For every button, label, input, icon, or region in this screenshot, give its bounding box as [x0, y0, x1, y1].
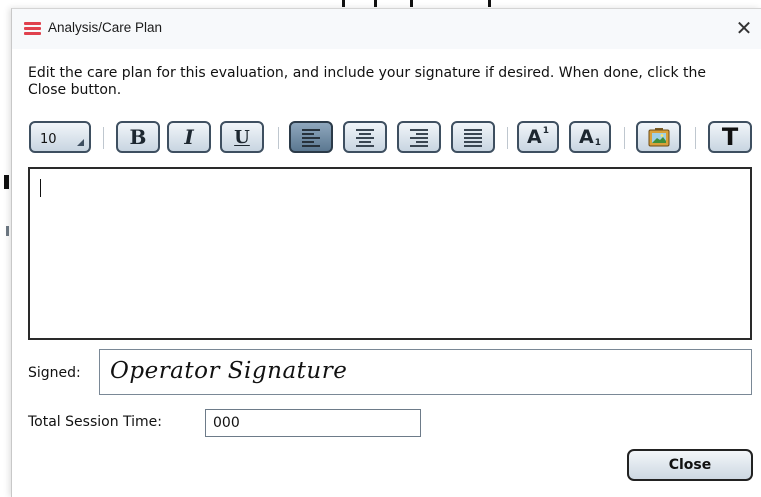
align-justify-icon — [464, 128, 482, 147]
toolbar-separator — [507, 127, 508, 149]
underline-button[interactable]: U — [220, 121, 264, 153]
toolbar-separator — [695, 127, 696, 149]
font-size-value: 10 — [40, 132, 57, 147]
close-button[interactable]: Close — [627, 449, 753, 481]
care-plan-editor[interactable] — [28, 167, 752, 340]
align-center-icon — [356, 128, 374, 147]
signature-field[interactable]: Operator Signature — [99, 349, 752, 395]
text-caret — [40, 179, 41, 197]
instructions-text: Edit the care plan for this evaluation, … — [28, 65, 706, 98]
close-icon[interactable]: ✕ — [729, 13, 759, 43]
background-window-fragment — [374, 0, 377, 7]
bold-button[interactable]: B — [116, 121, 160, 153]
signature-value: Operator Signature — [110, 358, 348, 384]
window-title: Analysis/Care Plan — [48, 20, 163, 35]
superscript-button[interactable]: A1 — [517, 121, 559, 153]
align-left-button[interactable] — [289, 121, 333, 153]
toolbar-separator — [278, 127, 279, 149]
italic-button[interactable]: I — [167, 121, 211, 153]
text-format-icon: T — [721, 123, 739, 151]
background-window-fragment — [342, 0, 345, 7]
background-window-fragment — [410, 0, 413, 7]
title-bar: Analysis/Care Plan ✕ — [12, 9, 761, 49]
session-time-label: Total Session Time: — [28, 414, 162, 430]
align-right-button[interactable] — [397, 121, 441, 153]
toolbar-separator — [624, 127, 625, 149]
insert-image-button[interactable] — [636, 121, 681, 153]
background-window-fragment — [488, 0, 491, 7]
care-plan-dialog: Analysis/Care Plan ✕ Edit the care plan … — [11, 8, 761, 497]
italic-icon: I — [184, 125, 194, 149]
font-size-dropdown[interactable]: 10 — [29, 121, 91, 153]
text-format-button[interactable]: T — [708, 121, 752, 153]
align-left-icon — [302, 128, 320, 147]
app-menu-icon[interactable] — [24, 22, 41, 35]
bold-icon: B — [129, 125, 147, 149]
dropdown-corner-icon — [77, 139, 84, 146]
align-right-icon — [410, 128, 428, 147]
subscript-icon: A1 — [579, 126, 601, 148]
background-window-fragment — [6, 226, 9, 236]
toolbar-separator — [103, 127, 104, 149]
insert-image-icon — [648, 128, 669, 147]
signed-label: Signed: — [28, 365, 81, 381]
background-window-fragment — [4, 175, 9, 189]
subscript-button[interactable]: A1 — [569, 121, 611, 153]
align-justify-button[interactable] — [451, 121, 495, 153]
superscript-icon: A1 — [527, 126, 549, 148]
session-time-value: 000 — [213, 415, 240, 431]
align-center-button[interactable] — [343, 121, 387, 153]
underline-icon: U — [234, 126, 250, 148]
session-time-input[interactable]: 000 — [205, 409, 421, 437]
